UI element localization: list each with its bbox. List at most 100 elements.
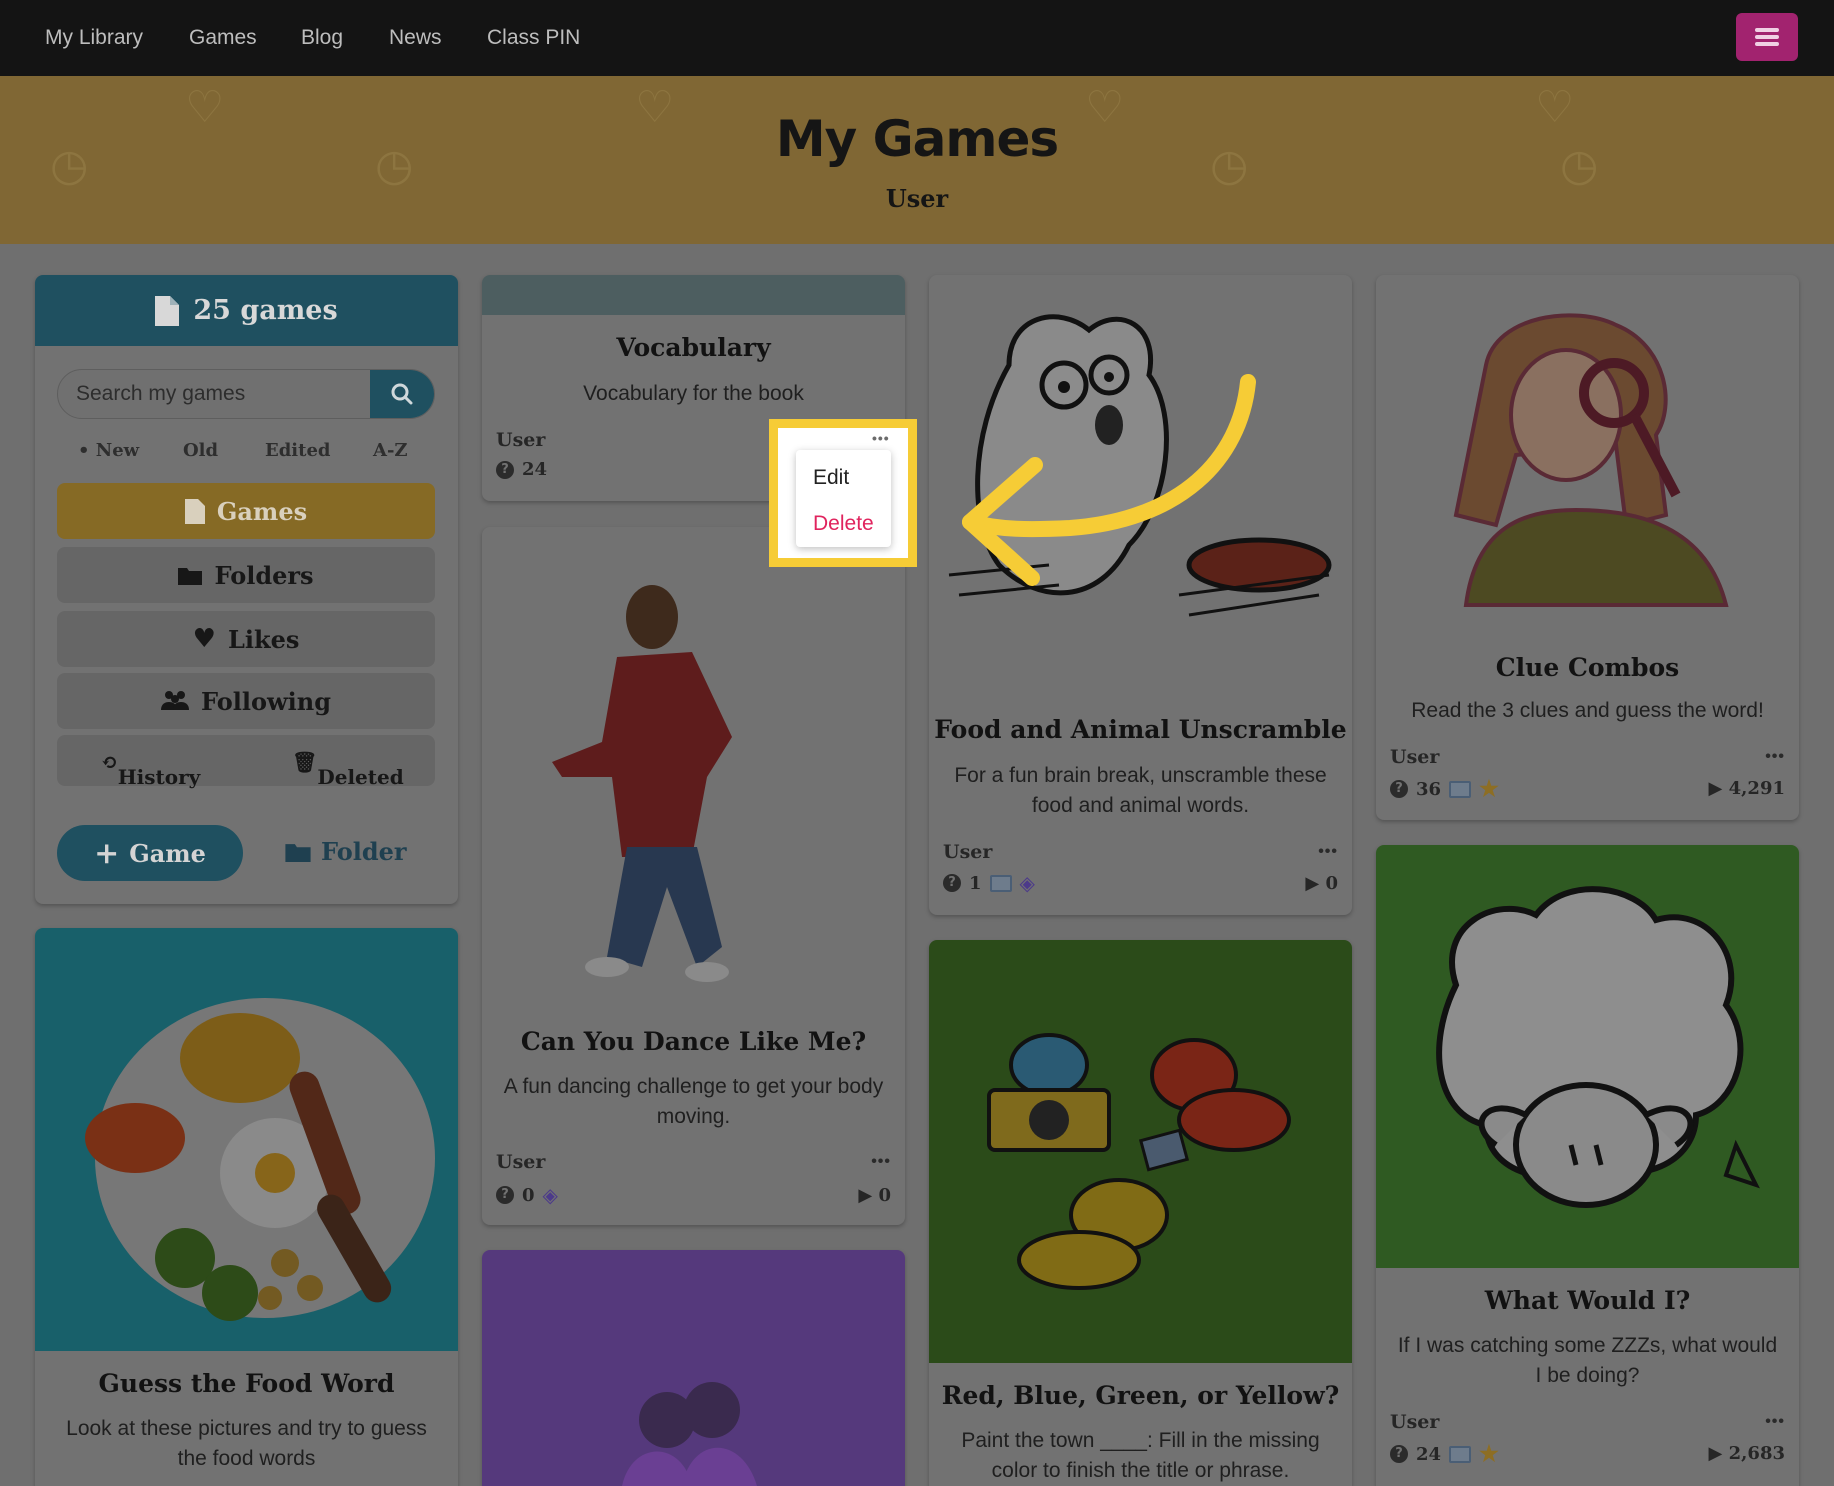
question-count: 0 — [522, 1184, 535, 1206]
file-icon — [155, 295, 180, 326]
folder-icon — [285, 844, 311, 862]
game-description: Read the 3 clues and guess the word! — [1411, 699, 1764, 722]
game-card-rbgy[interactable]: Red, Blue, Green, or Yellow? Paint the t… — [929, 940, 1352, 1486]
play-count: ▶ 0 — [1305, 873, 1338, 894]
game-thumbnail — [35, 928, 458, 1351]
game-card-dance[interactable]: Can You Dance Like Me? A fun dancing cha… — [482, 527, 905, 1225]
dancer-image — [552, 585, 732, 982]
sort-old[interactable]: Old — [183, 440, 218, 461]
question-icon: ? — [496, 460, 514, 479]
detective-girl-image — [1453, 313, 1729, 607]
game-author: User — [943, 841, 993, 863]
cartoon-cats-image — [987, 1033, 1291, 1290]
play-count: ▶ 0 — [858, 1185, 891, 1206]
history-label: History — [117, 765, 201, 789]
hamburger-icon-line — [1755, 42, 1779, 46]
game-author: User — [496, 1151, 546, 1173]
game-description: For a fun brain break, unscramble these … — [954, 764, 1327, 817]
cartoon-couple-image — [622, 1382, 757, 1486]
filter-likes-button[interactable]: ♥ Likes — [57, 611, 435, 667]
filter-games-button[interactable]: Games — [57, 483, 435, 539]
question-count: 24 — [1416, 1443, 1442, 1465]
game-description: If I was catching some ZZZs, what would … — [1397, 1334, 1778, 1387]
nav-class-pin[interactable]: Class PIN — [487, 26, 580, 50]
play-count: ▶ 4,291 — [1708, 778, 1785, 799]
game-card-what-would[interactable]: What Would I? If I was catching some ZZZ… — [1376, 845, 1799, 1486]
search-bar — [57, 369, 435, 419]
edit-menu-item[interactable]: Edit — [813, 466, 849, 490]
card-color-strip — [482, 275, 905, 315]
game-title: Vocabulary — [616, 333, 771, 362]
hamburger-menu-button[interactable] — [1736, 13, 1798, 61]
question-icon: ? — [496, 1186, 514, 1204]
deleted-button[interactable]: 🗑 Deleted — [292, 750, 404, 789]
top-navbar: My Library Games Blog News Class PIN — [0, 0, 1834, 76]
game-card-purple[interactable] — [482, 1250, 905, 1486]
search-icon — [391, 383, 413, 405]
game-thumbnail — [1376, 845, 1799, 1268]
add-folder-button[interactable]: Folder — [285, 837, 407, 866]
add-game-label: Game — [129, 838, 206, 868]
game-stats: ? 0 ◈ — [496, 1183, 558, 1207]
question-icon: ? — [1390, 1445, 1408, 1463]
filter-games-label: Games — [216, 496, 308, 526]
sort-az[interactable]: A-Z — [373, 440, 408, 461]
add-game-button[interactable]: + Game — [57, 825, 243, 881]
question-count: 36 — [1416, 778, 1442, 800]
play-count: ▶ 2,683 — [1708, 1443, 1785, 1464]
image-icon — [989, 874, 1012, 892]
nav-blog[interactable]: Blog — [301, 26, 343, 50]
arrow-annotation-icon — [962, 374, 1256, 586]
question-count: 1 — [969, 872, 982, 894]
game-stats: ? 24 ★ — [1390, 1441, 1499, 1467]
search-button[interactable] — [370, 370, 434, 418]
history-button[interactable]: ⟲ History — [101, 750, 200, 789]
page-title: My Games — [775, 110, 1059, 168]
game-title: Red, Blue, Green, or Yellow? — [941, 1381, 1340, 1410]
game-author: User — [1390, 746, 1440, 768]
game-title: Guess the Food Word — [98, 1369, 395, 1398]
hidden-eye-icon: ◈ — [542, 1183, 558, 1207]
filter-following-label: Following — [201, 686, 331, 716]
game-thumbnail — [482, 1250, 905, 1486]
card-menu-button[interactable]: ••• — [871, 1153, 891, 1171]
games-count-header: 25 games — [35, 275, 458, 346]
folder-icon — [178, 568, 203, 585]
heart-icon: ♥ — [192, 624, 216, 654]
sort-edited[interactable]: Edited — [265, 440, 331, 461]
card-menu-button[interactable]: ••• — [872, 430, 890, 446]
game-description: A fun dancing challenge to get your body… — [503, 1075, 884, 1128]
card-menu-button[interactable]: ••• — [1765, 1413, 1785, 1431]
game-description: Vocabulary for the book — [583, 382, 804, 405]
game-thumbnail — [929, 940, 1352, 1363]
nav-games[interactable]: Games — [189, 26, 257, 50]
game-card-clue-combos[interactable]: Clue Combos Read the 3 clues and guess t… — [1376, 275, 1799, 820]
hamburger-icon — [1755, 28, 1779, 32]
card-menu-button[interactable]: ••• — [1318, 843, 1338, 861]
hidden-eye-icon: ◈ — [1019, 871, 1035, 895]
game-thumbnail — [1376, 275, 1799, 635]
card-menu-button[interactable]: ••• — [1765, 748, 1785, 766]
nav-my-library[interactable]: My Library — [45, 26, 143, 50]
nav-news[interactable]: News — [389, 26, 442, 50]
library-sidebar: 25 games • New Old Edited A-Z Games Fold… — [35, 275, 458, 904]
filter-following-button[interactable]: Following — [57, 673, 435, 729]
game-title: Can You Dance Like Me? — [520, 1027, 867, 1056]
game-stats: ? 24 — [496, 459, 547, 480]
game-author: User — [496, 429, 546, 451]
star-icon: ★ — [1479, 776, 1499, 802]
game-stats: ? 36 ★ — [1390, 776, 1499, 802]
filter-folders-button[interactable]: Folders — [57, 547, 435, 603]
game-description: Look at these pictures and try to guess … — [66, 1417, 427, 1470]
users-icon — [161, 691, 189, 710]
question-icon: ? — [1390, 780, 1408, 798]
hamburger-icon-line — [1755, 35, 1779, 39]
search-input[interactable] — [58, 370, 372, 418]
game-card-guess-food[interactable]: Guess the Food Word Look at these pictur… — [35, 928, 458, 1486]
filter-likes-label: Likes — [227, 624, 300, 654]
filter-folders-label: Folders — [214, 560, 314, 590]
sort-new[interactable]: • New — [78, 440, 139, 461]
delete-menu-item[interactable]: Delete — [813, 512, 874, 536]
star-icon: ★ — [1479, 1441, 1499, 1467]
image-icon — [1449, 1445, 1472, 1463]
